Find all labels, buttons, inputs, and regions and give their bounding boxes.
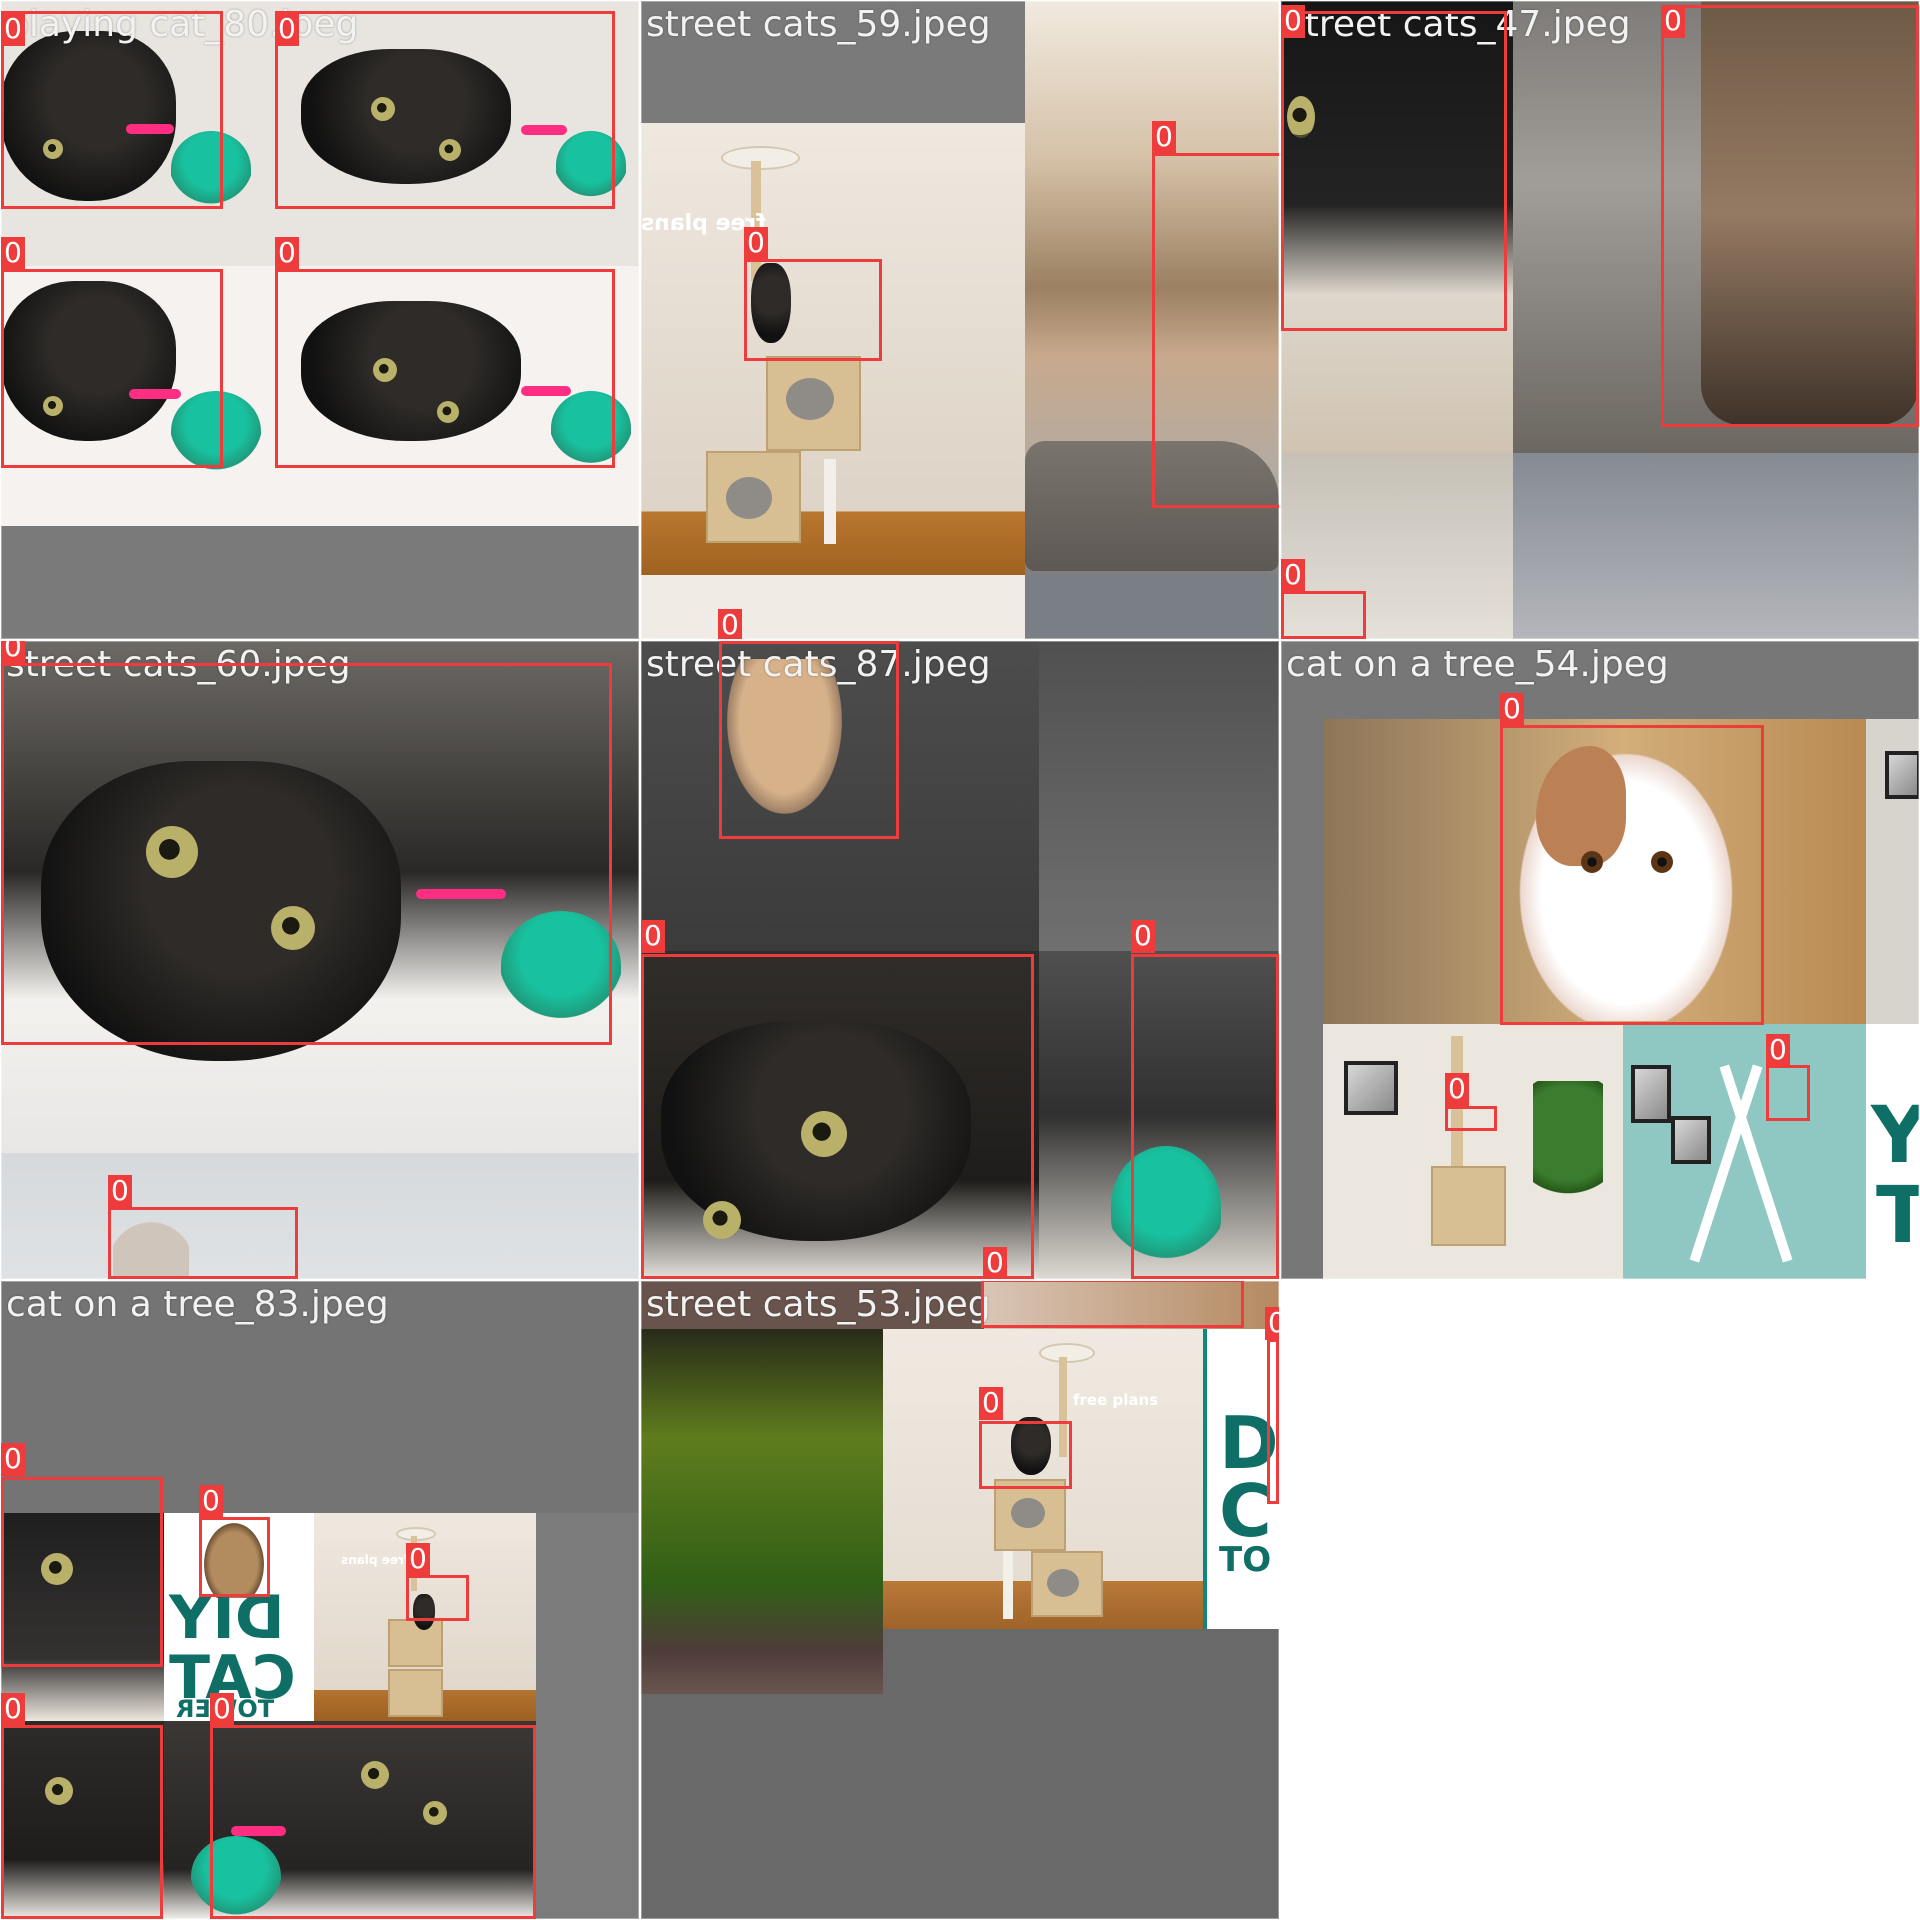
detection-box	[1, 663, 612, 1045]
detection-label: 0	[1, 641, 25, 664]
detection-label: 0	[1445, 1073, 1469, 1106]
detection-box	[1267, 1339, 1279, 1504]
image-caption: cat on a tree_54.jpeg	[1286, 644, 1669, 685]
detection-label: 0	[108, 1175, 132, 1208]
tower-hole	[726, 477, 772, 519]
detection-label: 0	[1, 237, 25, 270]
detection-box	[1, 1725, 163, 1919]
blurred-photo	[1513, 453, 1919, 639]
ad-letter: T	[1876, 1171, 1919, 1261]
room-photo	[1623, 1024, 1866, 1279]
detection-label: 0	[1131, 920, 1155, 953]
detection-box	[1152, 153, 1279, 508]
detection-label: 0	[744, 227, 768, 260]
detection-box	[1661, 5, 1919, 427]
detection-label: 0	[210, 1693, 234, 1726]
tower-box	[1431, 1166, 1506, 1246]
detection-label: 0	[719, 641, 743, 642]
detection-label: 0	[641, 920, 665, 953]
tower-post	[824, 459, 836, 544]
watermark-text: free plans	[341, 1553, 410, 1567]
detection-box	[210, 1725, 536, 1919]
detection-box	[1281, 11, 1507, 331]
tower-hole	[1011, 1498, 1045, 1528]
detection-label: 0	[1661, 5, 1685, 38]
detection-box	[1, 1477, 163, 1667]
mosaic-grid: playing cat_80.jpeg 0 0 0 0 free plans s…	[0, 0, 1920, 1920]
detection-box	[275, 11, 615, 209]
detection-box	[1445, 1106, 1497, 1131]
tower-box	[388, 1669, 443, 1717]
detection-box	[275, 269, 615, 468]
image-caption: street cats_53.jpeg	[646, 1284, 991, 1325]
detection-label: 0	[1152, 121, 1176, 154]
detection-label: 0	[718, 609, 742, 639]
tower-hole	[786, 378, 834, 420]
detection-label: 0	[1, 1693, 25, 1726]
tower-platform	[1039, 1343, 1095, 1363]
detection-box	[719, 641, 899, 839]
detection-label: 0	[275, 13, 299, 46]
image-tile: playing cat_80.jpeg 0 0 0 0	[1, 1, 639, 639]
gray-fill	[1025, 575, 1279, 639]
gray-fill	[1281, 719, 1323, 1279]
detection-box	[641, 954, 1034, 1279]
wall-picture	[1671, 1116, 1711, 1164]
detection-label: 0	[1265, 1307, 1279, 1340]
detection-label: 0	[983, 1247, 1007, 1279]
watermark-text: free plans	[1073, 1391, 1159, 1409]
image-tile: Y T cat on a tree_54.jpeg 0 0 0	[1281, 641, 1919, 1279]
detection-label: 0	[275, 237, 299, 270]
blurred-photo	[1039, 641, 1279, 951]
blurred-photo	[1, 1153, 639, 1279]
detection-label: 0	[1766, 1034, 1790, 1067]
gray-fill	[1, 526, 639, 639]
detection-box	[406, 1575, 469, 1621]
gray-fill	[536, 1513, 639, 1919]
image-tile: street cats_87.jpeg 0 0 0 0	[641, 641, 1279, 1279]
image-caption: cat on a tree_83.jpeg	[6, 1284, 389, 1325]
detection-box	[1766, 1065, 1810, 1121]
image-tile: free plans street cats_59.jpeg 0 0 0	[641, 1, 1279, 639]
wall-picture	[1344, 1061, 1398, 1115]
image-caption: street cats_59.jpeg	[646, 4, 991, 45]
image-tile: free plans D C TO street cats_53.jpeg 0 …	[641, 1281, 1279, 1919]
tower-post	[1003, 1551, 1013, 1619]
detection-box	[1500, 725, 1764, 1025]
detection-label: 0	[1281, 5, 1305, 38]
detection-label: 0	[1, 13, 25, 46]
ad-letter: TO	[1219, 1540, 1272, 1580]
ad-title: DIY	[169, 1583, 285, 1653]
detection-box	[981, 1281, 1244, 1328]
detection-label: 0	[1, 1443, 25, 1476]
detection-box	[1, 269, 223, 468]
image-tile: DIY CAT TOWER free plans cat on a tree_8…	[1, 1281, 639, 1919]
ad-letter: Y	[1871, 1091, 1919, 1181]
detection-box	[979, 1421, 1072, 1489]
detection-box	[199, 1517, 270, 1597]
wall-picture	[1885, 751, 1919, 799]
detection-label: 0	[199, 1485, 223, 1518]
ad-letter: C	[1219, 1469, 1272, 1553]
wall-picture	[1631, 1065, 1671, 1123]
tower-hole	[1047, 1569, 1079, 1597]
detection-box	[744, 259, 882, 361]
detection-label: 0	[1281, 559, 1305, 592]
tower-box	[388, 1619, 443, 1667]
image-tile: street cats_60.jpeg 0 0	[1, 641, 639, 1279]
detection-label: 0	[406, 1543, 430, 1576]
detection-box	[1281, 591, 1366, 639]
detection-label: 0	[979, 1387, 1003, 1420]
image-tile: street cats_47.jpeg 0 0 0	[1281, 1, 1919, 639]
room-photo	[641, 575, 1025, 639]
detection-box	[108, 1207, 298, 1279]
detection-box	[1, 11, 223, 209]
detection-label: 0	[1500, 693, 1524, 726]
grass-photo	[641, 1329, 883, 1694]
plant	[1533, 1081, 1603, 1211]
detection-box	[1131, 954, 1279, 1279]
